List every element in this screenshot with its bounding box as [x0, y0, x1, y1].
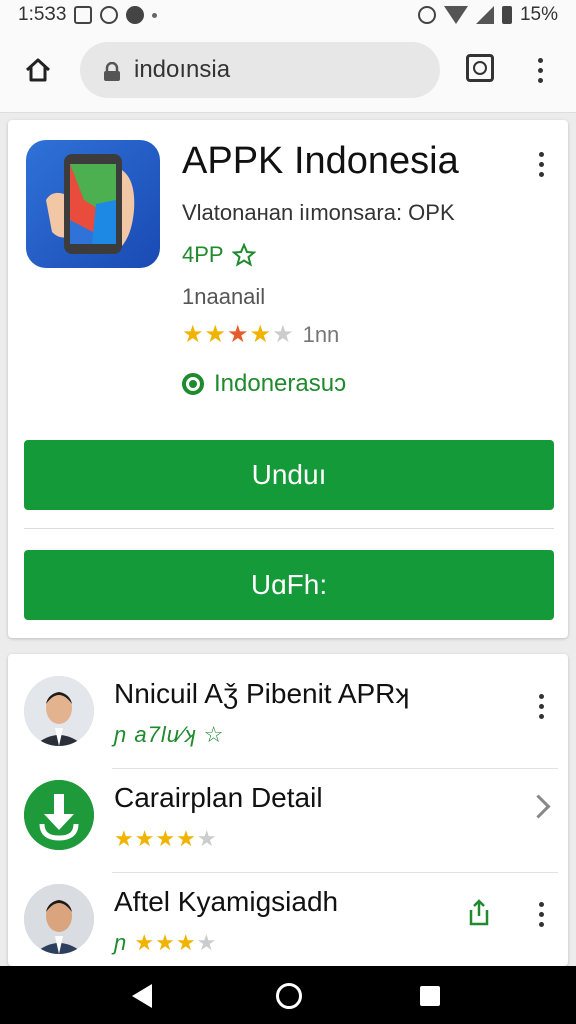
url-text: indoınsia: [134, 56, 231, 83]
home-icon: [25, 58, 51, 82]
kebab-dot: [538, 151, 544, 157]
tab-icon: [473, 61, 487, 75]
list-item-rating: ɲ ★★★★: [114, 930, 218, 955]
status-bar: 1:5З3 15%: [0, 0, 576, 30]
rating-stars: ★★★★★: [182, 321, 295, 348]
kebab-dot: [538, 693, 544, 699]
tab-switcher-button[interactable]: [466, 54, 494, 82]
radio-icon: [182, 373, 204, 395]
kebab-dot: [537, 67, 543, 73]
chevron-right-icon[interactable]: [526, 794, 551, 819]
recents-icon[interactable]: [420, 986, 440, 1006]
avatar: [24, 884, 94, 954]
app-detail-card: APPK Indonesia Vlatonaнan iımonsara: OPK…: [8, 120, 568, 638]
back-icon[interactable]: [132, 984, 152, 1008]
rating-count: 1nn: [302, 321, 340, 347]
home-circle-icon[interactable]: [276, 983, 302, 1009]
app-more-button[interactable]: [526, 146, 556, 182]
kebab-dot: [538, 901, 544, 907]
kebab-dot: [538, 703, 544, 709]
app-tag-label: 4PP: [182, 242, 224, 267]
wifi-icon: [443, 6, 468, 24]
kebab-dot: [538, 713, 544, 719]
kebab-dot: [538, 911, 544, 917]
battery-icon: [501, 6, 512, 24]
share-icon[interactable]: [468, 898, 490, 926]
battery-percent: 15%: [519, 4, 558, 25]
kebab-dot: [537, 77, 543, 83]
list-item-title: Carairplan Detail: [114, 782, 323, 813]
list-item[interactable]: Aftel Kyamigsiadh ɲ ★★★★: [8, 872, 568, 976]
kebab-dot: [538, 921, 544, 927]
more-notifications-icon: [152, 12, 158, 18]
list-item-rating: ★★★★★: [114, 826, 218, 851]
notification-icon: [126, 6, 145, 24]
address-bar[interactable]: indoınsia: [80, 42, 440, 98]
list-item-title: Nnicuil Aǯ Pibenit APRʞ: [114, 678, 410, 709]
download-app-icon: [24, 780, 94, 850]
browser-menu-button[interactable]: [524, 52, 556, 88]
star-outline-icon[interactable]: [231, 243, 256, 267]
lock-icon: [102, 61, 122, 81]
related-list: Nnicuil Aǯ Pibenit APRʞ ɲ a7lu⁄ʞ ☆ Carai…: [8, 654, 568, 966]
app-meta: 1naanail: [182, 284, 266, 309]
list-item[interactable]: Nnicuil Aǯ Pibenit APRʞ ɲ a7lu⁄ʞ ☆: [8, 664, 568, 768]
kebab-dot: [537, 57, 543, 63]
browser-toolbar: indoınsia: [0, 30, 576, 113]
download-button[interactable]: Unduı: [24, 440, 554, 510]
clock: 1:5З3: [18, 4, 67, 25]
home-button[interactable]: [20, 52, 56, 88]
avatar: [24, 676, 94, 746]
app-tag: 4PP: [182, 242, 256, 268]
list-item-title: Aftel Kyamigsiadh: [114, 886, 339, 917]
app-icon: [26, 140, 160, 268]
rating-row: ★★★★★ 1nn: [182, 320, 339, 349]
secondary-button[interactable]: UɑFh:: [24, 550, 554, 620]
region-row: Indonerasuɔ: [182, 370, 346, 398]
app-subtitle: Vlatonaнan iımonsara: OPK: [182, 200, 455, 225]
gallery-icon: [74, 6, 93, 24]
kebab-dot: [538, 171, 544, 177]
region-label: Indonerasuɔ: [214, 370, 347, 397]
sync-icon: [100, 6, 119, 24]
list-item-more-button[interactable]: [528, 686, 554, 726]
signal-icon: [475, 6, 494, 24]
alarm-icon: [417, 6, 436, 24]
app-title: APPK Indonesia: [182, 140, 459, 182]
list-item-rating: ɲ a7lu⁄ʞ ☆: [114, 722, 225, 747]
list-item-more-button[interactable]: [528, 894, 554, 934]
divider: [24, 528, 554, 529]
system-nav-bar: [0, 966, 576, 1024]
list-item[interactable]: Carairplan Detail ★★★★★: [8, 768, 568, 872]
kebab-dot: [538, 161, 544, 167]
